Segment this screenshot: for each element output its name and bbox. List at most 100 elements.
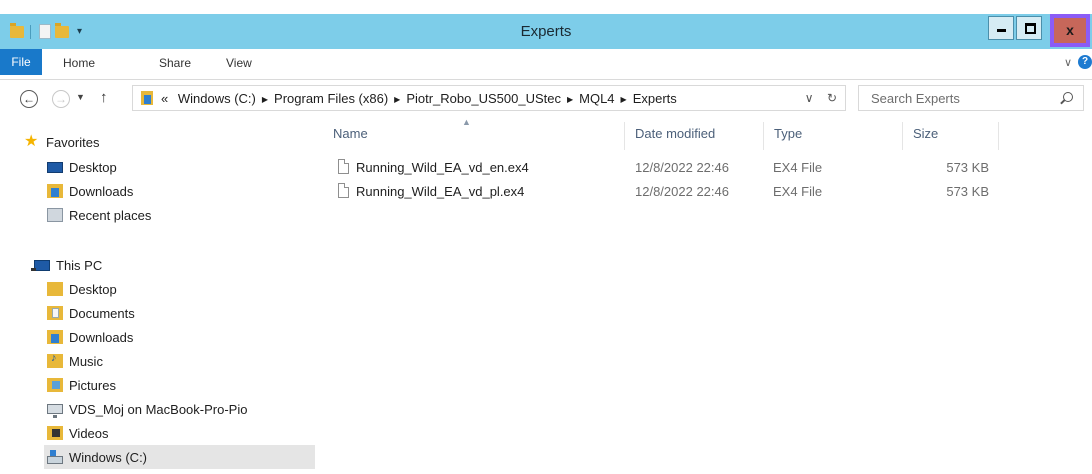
title-bar: ▾ Experts x [0,14,1092,49]
sidebar-item-videos[interactable]: Videos [47,421,109,445]
sidebar-item-documents[interactable]: Documents [47,301,135,325]
sidebar-item-label: Windows (C:) [69,449,148,465]
file-date: 12/8/2022 22:46 [635,184,729,199]
ribbon: File Home Share View ∨ ? [0,49,1092,80]
column-header-name[interactable]: Name [333,126,368,141]
pictures-folder-icon [47,378,63,392]
file-name: Running_Wild_EA_vd_pl.ex4 [356,184,525,199]
column-divider[interactable] [624,122,625,150]
sidebar-item-fav-downloads[interactable]: Downloads [47,179,133,203]
file-icon [338,183,349,198]
column-header-label: Size [913,126,939,141]
column-header-date-modified[interactable]: Date modified [635,126,715,141]
computer-icon [31,259,50,271]
breadcrumb-overflow[interactable]: « [161,91,168,106]
breadcrumb: « Windows (C:) ▶ Program Files (x86) ▶ Piotr… [161,91,677,106]
sidebar-item-label: This PC [56,257,103,273]
breadcrumb-separator-icon[interactable]: ▶ [621,95,627,104]
file-size: 573 KB [946,184,989,199]
navigation-pane: ★ Favorites Desktop Downloads Recent pla… [0,118,318,474]
file-size: 573 KB [946,160,989,175]
forward-button[interactable]: → [52,90,70,108]
table-row[interactable]: Running_Wild_EA_vd_en.ex4 12/8/2022 22:4… [332,157,1012,179]
downloads-folder-icon [47,330,63,344]
column-header-label: Type [774,126,803,141]
top-strip [0,0,1092,14]
tab-share[interactable]: Share [159,56,191,70]
breadcrumb-piotr-robo[interactable]: Piotr_Robo_US500_UStec [406,91,561,106]
breadcrumb-separator-icon[interactable]: ▶ [262,95,268,104]
address-controls: ∨ ↻ [805,91,837,105]
column-header-size[interactable]: Size [913,126,938,141]
sidebar-item-windows-c[interactable]: Windows (C:) [44,445,315,469]
sidebar-item-label: Downloads [69,329,134,345]
sidebar-item-label: Desktop [69,159,117,175]
sidebar-item-fav-desktop[interactable]: Desktop [47,155,117,179]
breadcrumb-separator-icon[interactable]: ▶ [394,95,400,104]
navigation-bar: ← → ▼ ↑ « Windows (C:) ▶ Program Files (x8… [0,80,1092,118]
file-type: EX4 File [773,160,823,175]
breadcrumb-windows-c[interactable]: Windows (C:) [178,91,256,106]
window-title: Experts [520,23,572,40]
sidebar-item-pc-downloads[interactable]: Downloads [47,325,133,349]
sidebar-item-recent-places[interactable]: Recent places [47,203,151,227]
tab-home[interactable]: Home [63,56,95,70]
sidebar-item-label: Desktop [69,281,117,297]
maximize-button[interactable] [1016,16,1042,40]
column-header-label: Name [333,126,368,141]
desktop-folder-icon [47,282,63,296]
up-button[interactable]: ↑ [100,89,108,106]
breadcrumb-program-files[interactable]: Program Files (x86) [274,91,388,106]
sidebar-item-label: Videos [69,425,109,441]
sidebar-item-pc-desktop[interactable]: Desktop [47,277,117,301]
documents-folder-icon [47,306,63,320]
sidebar-item-label: Downloads [69,183,134,199]
file-date: 12/8/2022 22:46 [635,160,729,175]
column-divider[interactable] [902,122,903,150]
column-divider[interactable] [763,122,764,150]
close-button[interactable]: x [1050,14,1090,47]
search-box[interactable] [858,85,1084,111]
file-type: EX4 File [773,184,823,199]
close-icon: x [1066,22,1074,38]
desktop-icon [47,161,63,173]
drive-icon [47,450,63,464]
downloads-folder-icon [47,184,63,198]
help-icon[interactable]: ? [1078,55,1092,69]
column-header-label: Date modified [635,126,716,141]
breadcrumb-separator-icon[interactable]: ▶ [567,95,573,104]
recent-locations-dropdown[interactable]: ▼ [76,92,85,102]
sidebar-item-this-pc[interactable]: This PC [31,253,103,277]
sidebar-item-network-drive[interactable]: VDS_Moj on MacBook-Pro-Pio [47,397,247,421]
address-bar[interactable]: « Windows (C:) ▶ Program Files (x86) ▶ Piotr… [132,85,846,111]
refresh-icon[interactable]: ↻ [827,91,837,105]
file-list: Name ▲ Date modified Type Size Running_W… [318,117,1092,474]
back-button[interactable]: ← [20,90,38,108]
file-icon [338,159,349,174]
tab-view[interactable]: View [226,56,252,70]
sort-ascending-icon: ▲ [462,117,471,127]
column-header-type[interactable]: Type [774,126,802,141]
sidebar-item-label: VDS_Moj on MacBook-Pro-Pio [69,401,248,417]
star-icon: ★ [24,133,39,150]
sidebar-item-music[interactable]: Music [47,349,103,373]
folder-icon [141,91,153,105]
sidebar-item-pictures[interactable]: Pictures [47,373,116,397]
search-icon[interactable] [1063,92,1073,102]
sidebar-item-favorites[interactable]: ★ Favorites [24,130,99,154]
minimize-button[interactable] [988,16,1014,40]
address-dropdown-icon[interactable]: ∨ [805,91,814,105]
sidebar-item-label: Music [69,353,103,369]
breadcrumb-mql4[interactable]: MQL4 [579,91,614,106]
column-divider[interactable] [998,122,999,150]
videos-folder-icon [47,426,63,440]
music-folder-icon [47,352,63,368]
sidebar-item-label: Recent places [69,207,152,223]
breadcrumb-experts[interactable]: Experts [633,91,677,106]
tab-file[interactable]: File [0,49,42,75]
chevron-down-icon[interactable]: ∨ [1064,56,1072,69]
search-input[interactable] [869,90,1053,107]
file-name: Running_Wild_EA_vd_en.ex4 [356,160,529,175]
table-row[interactable]: Running_Wild_EA_vd_pl.ex4 12/8/2022 22:4… [332,181,1012,203]
network-drive-icon [47,404,63,418]
